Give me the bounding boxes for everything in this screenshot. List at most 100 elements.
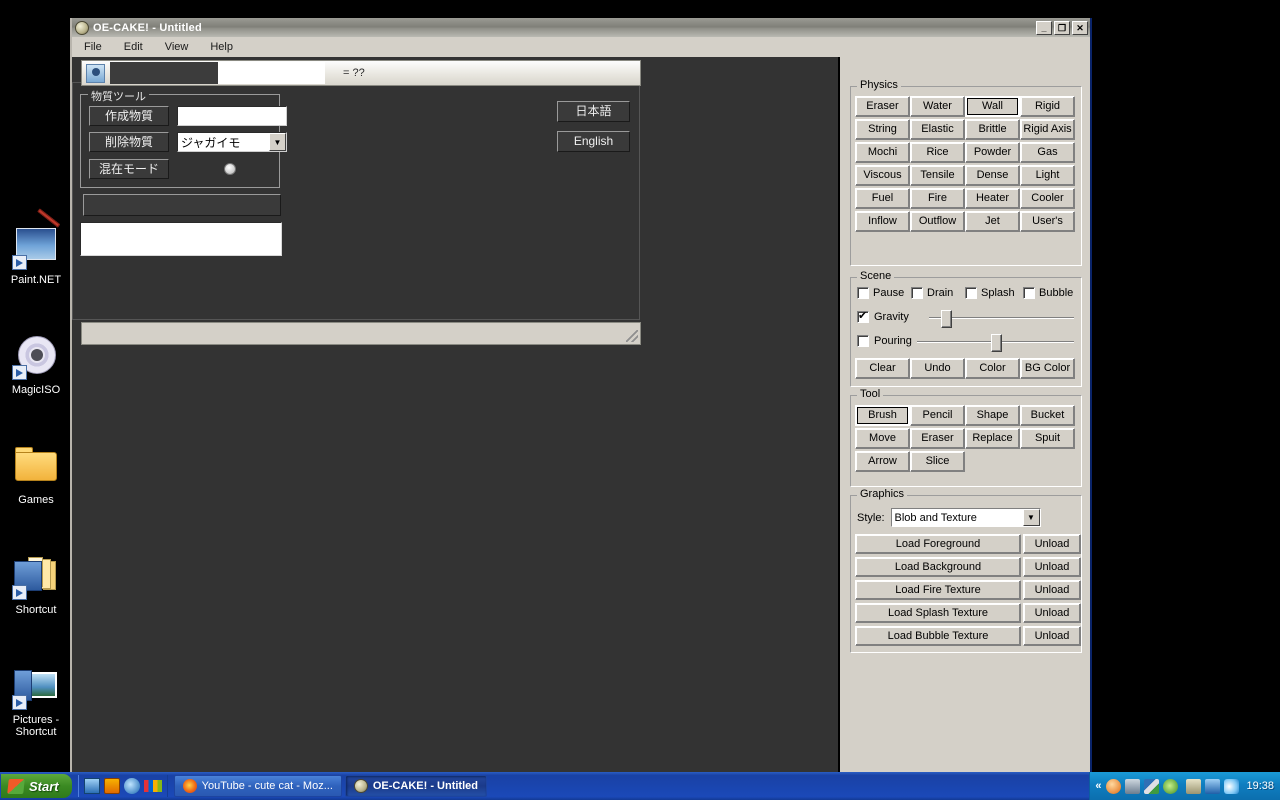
chevron-down-icon[interactable]: ▼ <box>1023 509 1040 526</box>
tool-button-slice[interactable]: Slice <box>910 451 965 472</box>
slider-thumb[interactable] <box>991 334 1002 352</box>
clear-button[interactable]: Clear <box>855 358 910 379</box>
desktop-icon-games[interactable]: Games <box>0 442 72 506</box>
start-button[interactable]: Start <box>1 774 72 798</box>
pouring-slider[interactable] <box>917 335 1074 349</box>
display-icon[interactable] <box>1144 779 1159 794</box>
slider-thumb[interactable] <box>941 310 952 328</box>
app-icon[interactable] <box>1186 779 1201 794</box>
physics-button-cooler[interactable]: Cooler <box>1020 188 1075 209</box>
internet-explorer-icon[interactable] <box>124 778 140 794</box>
scene-checkbox-pause[interactable]: Pause <box>857 287 911 299</box>
maximize-button[interactable]: ❐ <box>1054 21 1070 35</box>
physics-button-rigid-axis[interactable]: Rigid Axis <box>1020 119 1075 140</box>
material-select[interactable]: ジャガイモ ▼ <box>177 132 287 152</box>
unload-foreground-button[interactable]: Unload <box>1023 534 1081 554</box>
load-fire-texture-button[interactable]: Load Fire Texture <box>855 580 1021 600</box>
tool-button-eraser[interactable]: Eraser <box>910 428 965 449</box>
bg-color-button[interactable]: BG Color <box>1020 358 1075 379</box>
resize-grip[interactable] <box>626 330 638 342</box>
ebay-icon[interactable] <box>144 780 162 792</box>
show-desktop-icon[interactable] <box>84 778 100 794</box>
style-select[interactable]: Blob and Texture ▼ <box>891 508 1041 527</box>
create-material-button[interactable]: 作成物質 <box>89 106 169 126</box>
window-titlebar[interactable]: OE-CAKE! - Untitled _ ❐ ✕ <box>72 18 1090 37</box>
physics-button-water[interactable]: Water <box>910 96 965 117</box>
checkbox-icon[interactable] <box>911 287 923 299</box>
physics-button-powder[interactable]: Powder <box>965 142 1020 163</box>
desktop-icon-paint-net[interactable]: Paint.NET <box>0 222 72 286</box>
load-background-button[interactable]: Load Background <box>855 557 1021 577</box>
unload-splash-texture-button[interactable]: Unload <box>1023 603 1081 623</box>
physics-button-string[interactable]: String <box>855 119 910 140</box>
tool-button-replace[interactable]: Replace <box>965 428 1020 449</box>
desktop-icon-shortcut[interactable]: Shortcut <box>0 552 72 616</box>
unload-fire-texture-button[interactable]: Unload <box>1023 580 1081 600</box>
taskbar-item-oecake[interactable]: OE-CAKE! - Untitled <box>345 775 487 797</box>
delete-material-button[interactable]: 削除物質 <box>89 132 169 152</box>
taskbar-item-firefox[interactable]: YouTube - cute cat - Moz... <box>174 775 342 797</box>
minimize-button[interactable]: _ <box>1036 21 1052 35</box>
physics-button-light[interactable]: Light <box>1020 165 1075 186</box>
description-box[interactable] <box>80 222 282 256</box>
scene-checkbox-drain[interactable]: Drain <box>911 287 965 299</box>
close-button[interactable]: ✕ <box>1072 21 1088 35</box>
value-field[interactable] <box>218 62 325 84</box>
media-player-icon[interactable] <box>104 778 120 794</box>
menu-item-file[interactable]: File <box>80 39 106 55</box>
physics-button-eraser[interactable]: Eraser <box>855 96 910 117</box>
tray-expand-chevron[interactable]: « <box>1095 780 1101 792</box>
physics-button-heater[interactable]: Heater <box>965 188 1020 209</box>
update-icon[interactable] <box>1163 779 1178 794</box>
physics-button-fuel[interactable]: Fuel <box>855 188 910 209</box>
physics-button-inflow[interactable]: Inflow <box>855 211 910 232</box>
clock[interactable]: 19:38 <box>1246 780 1274 792</box>
printer-icon[interactable] <box>1125 779 1140 794</box>
physics-button-fire[interactable]: Fire <box>910 188 965 209</box>
scene-checkbox-splash[interactable]: Splash <box>965 287 1023 299</box>
physics-button-jet[interactable]: Jet <box>965 211 1020 232</box>
physics-button-rigid[interactable]: Rigid <box>1020 96 1075 117</box>
load-foreground-button[interactable]: Load Foreground <box>855 534 1021 554</box>
checkbox-icon[interactable] <box>857 287 869 299</box>
tool-button-bucket[interactable]: Bucket <box>1020 405 1075 426</box>
network-icon[interactable] <box>1205 779 1220 794</box>
tool-button-pencil[interactable]: Pencil <box>910 405 965 426</box>
menu-item-help[interactable]: Help <box>206 39 237 55</box>
physics-button-users[interactable]: User's <box>1020 211 1075 232</box>
physics-button-outflow[interactable]: Outflow <box>910 211 965 232</box>
physics-button-gas[interactable]: Gas <box>1020 142 1075 163</box>
scene-checkbox-bubble[interactable]: Bubble <box>1023 287 1079 299</box>
tool-button-move[interactable]: Move <box>855 428 910 449</box>
desktop-icon-magiciso[interactable]: MagicISO <box>0 332 72 396</box>
checkbox-icon[interactable] <box>1023 287 1035 299</box>
material-name-input[interactable] <box>177 106 287 126</box>
unload-background-button[interactable]: Unload <box>1023 557 1081 577</box>
checkbox-icon[interactable] <box>857 335 869 347</box>
language-english-button[interactable]: English <box>557 131 630 152</box>
chevron-down-icon[interactable]: ▼ <box>269 133 286 151</box>
physics-button-wall[interactable]: Wall <box>965 96 1020 117</box>
gravity-slider[interactable] <box>929 311 1074 325</box>
checkbox-icon[interactable] <box>857 311 869 323</box>
load-bubble-texture-button[interactable]: Load Bubble Texture <box>855 626 1021 646</box>
undo-button[interactable]: Undo <box>910 358 965 379</box>
scene-checkbox-pouring[interactable]: Pouring <box>857 335 912 347</box>
menu-item-edit[interactable]: Edit <box>120 39 147 55</box>
unload-bubble-texture-button[interactable]: Unload <box>1023 626 1081 646</box>
color-button[interactable]: Color <box>965 358 1020 379</box>
physics-button-dense[interactable]: Dense <box>965 165 1020 186</box>
physics-button-elastic[interactable]: Elastic <box>910 119 965 140</box>
desktop-icon-pictures-shortcut[interactable]: Pictures - Shortcut <box>0 662 72 738</box>
physics-button-tensile[interactable]: Tensile <box>910 165 965 186</box>
scene-checkbox-gravity[interactable]: Gravity <box>857 311 909 323</box>
tool-button-brush[interactable]: Brush <box>855 405 910 426</box>
language-japanese-button[interactable]: 日本語 <box>557 101 630 122</box>
volume-icon[interactable] <box>1224 779 1239 794</box>
physics-button-viscous[interactable]: Viscous <box>855 165 910 186</box>
mix-mode-button[interactable]: 混在モード <box>89 159 169 179</box>
mix-mode-radio[interactable] <box>224 163 236 175</box>
physics-button-rice[interactable]: Rice <box>910 142 965 163</box>
image-icon[interactable] <box>86 64 105 83</box>
load-splash-texture-button[interactable]: Load Splash Texture <box>855 603 1021 623</box>
